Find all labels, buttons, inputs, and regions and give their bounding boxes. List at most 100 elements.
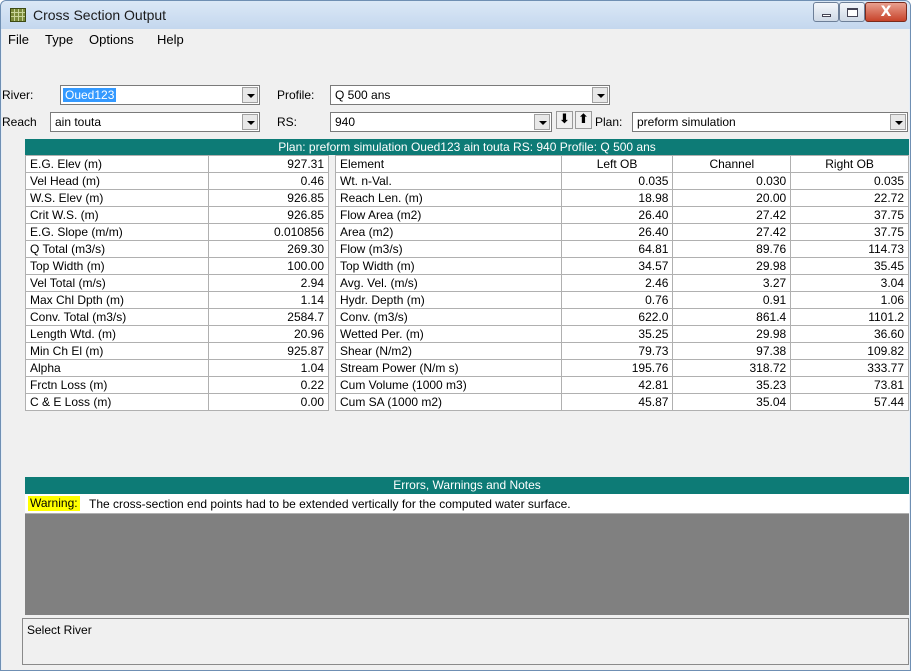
row-value[interactable]: 20.96 bbox=[208, 325, 329, 343]
row-label[interactable]: Hydr. Depth (m) bbox=[335, 291, 562, 309]
row-value[interactable]: 925.87 bbox=[208, 342, 329, 360]
rs-dropdown-arrow-icon[interactable] bbox=[534, 114, 550, 130]
row-value[interactable]: 57.44 bbox=[790, 393, 909, 411]
row-value[interactable]: 195.76 bbox=[560, 359, 674, 377]
row-label[interactable]: Avg. Vel. (m/s) bbox=[335, 274, 562, 292]
row-label[interactable]: Wetted Per. (m) bbox=[335, 325, 562, 343]
plan-dropdown-arrow-icon[interactable] bbox=[890, 114, 906, 130]
row-value[interactable]: 926.85 bbox=[208, 206, 329, 224]
row-label[interactable]: W.S. Elev (m) bbox=[24, 189, 210, 207]
row-value[interactable]: 333.77 bbox=[790, 359, 909, 377]
row-label[interactable]: Crit W.S. (m) bbox=[24, 206, 210, 224]
row-value[interactable]: 1.14 bbox=[208, 291, 329, 309]
row-label[interactable]: Conv. Total (m3/s) bbox=[24, 308, 210, 326]
row-label[interactable]: Shear (N/m2) bbox=[335, 342, 562, 360]
profile-select[interactable]: Q 500 ans bbox=[330, 85, 610, 105]
row-value[interactable]: 42.81 bbox=[560, 376, 674, 394]
rs-down-button[interactable]: ⬇ bbox=[556, 111, 573, 129]
row-value[interactable]: 0.91 bbox=[672, 291, 792, 309]
row-label[interactable]: Vel Head (m) bbox=[24, 172, 210, 190]
row-label[interactable]: Frctn Loss (m) bbox=[24, 376, 210, 394]
row-value[interactable]: 3.04 bbox=[790, 274, 909, 292]
row-value[interactable]: 926.85 bbox=[208, 189, 329, 207]
row-value[interactable]: 18.98 bbox=[560, 189, 674, 207]
row-value[interactable]: 37.75 bbox=[790, 223, 909, 241]
row-value[interactable]: 26.40 bbox=[560, 206, 674, 224]
row-label[interactable]: Reach Len. (m) bbox=[335, 189, 562, 207]
row-value[interactable]: 45.87 bbox=[560, 393, 674, 411]
row-value[interactable]: 89.76 bbox=[672, 240, 792, 258]
river-dropdown-arrow-icon[interactable] bbox=[242, 87, 258, 103]
row-value[interactable]: 3.27 bbox=[672, 274, 792, 292]
row-value[interactable]: 318.72 bbox=[672, 359, 792, 377]
row-value[interactable]: 1101.2 bbox=[790, 308, 909, 326]
menu-file[interactable]: File bbox=[8, 32, 29, 47]
row-value[interactable]: 35.23 bbox=[672, 376, 792, 394]
row-label[interactable]: Length Wtd. (m) bbox=[24, 325, 210, 343]
row-label[interactable]: Flow Area (m2) bbox=[335, 206, 562, 224]
row-value[interactable]: 100.00 bbox=[208, 257, 329, 275]
row-label[interactable]: Area (m2) bbox=[335, 223, 562, 241]
row-value[interactable]: 0.010856 bbox=[208, 223, 329, 241]
row-value[interactable]: 22.72 bbox=[790, 189, 909, 207]
row-label[interactable]: Top Width (m) bbox=[24, 257, 210, 275]
row-value[interactable]: 27.42 bbox=[672, 223, 792, 241]
plan-select[interactable]: preform simulation bbox=[632, 112, 908, 132]
row-value[interactable]: 1.04 bbox=[208, 359, 329, 377]
row-label[interactable]: Stream Power (N/m s) bbox=[335, 359, 562, 377]
row-value[interactable]: 0.76 bbox=[560, 291, 674, 309]
row-label[interactable]: Alpha bbox=[24, 359, 210, 377]
row-value[interactable]: 27.42 bbox=[672, 206, 792, 224]
row-value[interactable]: 26.40 bbox=[560, 223, 674, 241]
maximize-button[interactable] bbox=[839, 2, 865, 22]
warning-row[interactable]: Warning: The cross-section end points ha… bbox=[25, 494, 909, 514]
row-label[interactable]: Flow (m3/s) bbox=[335, 240, 562, 258]
row-value[interactable]: 2.46 bbox=[560, 274, 674, 292]
row-value[interactable]: 861.4 bbox=[672, 308, 792, 326]
row-value[interactable]: 0.030 bbox=[672, 172, 792, 190]
minimize-button[interactable] bbox=[813, 2, 839, 22]
row-value[interactable]: 927.31 bbox=[208, 155, 329, 173]
rs-up-button[interactable]: ⬆ bbox=[575, 111, 592, 129]
menu-options[interactable]: Options bbox=[89, 32, 134, 47]
row-value[interactable]: 622.0 bbox=[560, 308, 674, 326]
title-bar[interactable]: Cross Section Output X bbox=[1, 1, 910, 29]
row-label[interactable]: E.G. Slope (m/m) bbox=[24, 223, 210, 241]
reach-dropdown-arrow-icon[interactable] bbox=[242, 114, 258, 130]
row-label[interactable]: Cum SA (1000 m2) bbox=[335, 393, 562, 411]
row-label[interactable]: C & E Loss (m) bbox=[24, 393, 210, 411]
row-value[interactable]: 0.46 bbox=[208, 172, 329, 190]
row-value[interactable]: 34.57 bbox=[560, 257, 674, 275]
row-value[interactable]: 20.00 bbox=[672, 189, 792, 207]
row-value[interactable]: 0.035 bbox=[560, 172, 674, 190]
row-value[interactable]: 36.60 bbox=[790, 325, 909, 343]
row-value[interactable]: 35.45 bbox=[790, 257, 909, 275]
row-value[interactable]: 73.81 bbox=[790, 376, 909, 394]
row-value[interactable]: 35.25 bbox=[560, 325, 674, 343]
row-value[interactable]: 269.30 bbox=[208, 240, 329, 258]
row-value[interactable]: 35.04 bbox=[672, 393, 792, 411]
row-label[interactable]: Cum Volume (1000 m3) bbox=[335, 376, 562, 394]
row-label[interactable]: Max Chl Dpth (m) bbox=[24, 291, 210, 309]
row-value[interactable]: 29.98 bbox=[672, 325, 792, 343]
row-value[interactable]: 109.82 bbox=[790, 342, 909, 360]
row-value[interactable]: 37.75 bbox=[790, 206, 909, 224]
row-value[interactable]: 0.00 bbox=[208, 393, 329, 411]
row-value[interactable]: 29.98 bbox=[672, 257, 792, 275]
row-value[interactable]: 0.22 bbox=[208, 376, 329, 394]
row-value[interactable]: 97.38 bbox=[672, 342, 792, 360]
row-label[interactable]: Conv. (m3/s) bbox=[335, 308, 562, 326]
row-value[interactable]: 0.035 bbox=[790, 172, 909, 190]
row-label[interactable]: E.G. Elev (m) bbox=[24, 155, 210, 173]
row-value[interactable]: 1.06 bbox=[790, 291, 909, 309]
row-label[interactable]: Wt. n-Val. bbox=[335, 172, 562, 190]
row-value[interactable]: 64.81 bbox=[560, 240, 674, 258]
menu-help[interactable]: Help bbox=[157, 32, 184, 47]
profile-dropdown-arrow-icon[interactable] bbox=[592, 87, 608, 103]
reach-select[interactable]: ain touta bbox=[50, 112, 260, 132]
row-label[interactable]: Top Width (m) bbox=[335, 257, 562, 275]
menu-type[interactable]: Type bbox=[45, 32, 73, 47]
row-value[interactable]: 2584.7 bbox=[208, 308, 329, 326]
row-label[interactable]: Min Ch El (m) bbox=[24, 342, 210, 360]
river-select[interactable]: Oued123 bbox=[60, 85, 260, 105]
